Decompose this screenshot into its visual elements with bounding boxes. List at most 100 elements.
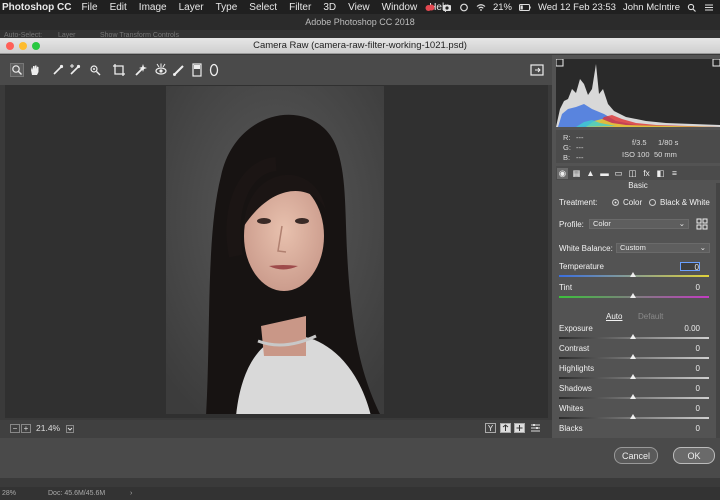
tab-lens-icon[interactable]: ◫ bbox=[627, 168, 638, 179]
exposure-slider[interactable] bbox=[559, 334, 709, 339]
user-name[interactable]: John McIntire bbox=[623, 2, 680, 13]
tab-detail-icon[interactable]: ▲ bbox=[585, 168, 596, 179]
menu-edit[interactable]: Edit bbox=[110, 2, 127, 13]
before-after-toggle-icon[interactable]: Y bbox=[485, 423, 496, 433]
profile-browser-icon[interactable] bbox=[696, 218, 708, 230]
shadows-value[interactable]: 0 bbox=[680, 384, 700, 393]
red-eye-tool-icon[interactable] bbox=[154, 63, 168, 77]
contrast-slider[interactable] bbox=[559, 354, 709, 359]
temperature-thumb[interactable] bbox=[630, 272, 636, 277]
b-value: --- bbox=[576, 153, 584, 162]
highlights-slider[interactable] bbox=[559, 374, 709, 379]
document-size[interactable]: Doc: 45.6M/45.6M bbox=[48, 490, 105, 497]
menu-window[interactable]: Window bbox=[382, 2, 418, 13]
hand-tool-icon[interactable] bbox=[28, 63, 42, 77]
whites-slider[interactable] bbox=[559, 414, 709, 419]
search-icon[interactable] bbox=[687, 3, 697, 12]
menu-select[interactable]: Select bbox=[249, 2, 277, 13]
tab-basic-icon[interactable]: ◉ bbox=[557, 167, 568, 179]
tint-value[interactable]: 0 bbox=[680, 283, 700, 292]
wifi-icon[interactable] bbox=[476, 3, 486, 12]
tab-split-toning-icon[interactable]: ▭ bbox=[613, 168, 624, 179]
chevron-right-icon[interactable]: › bbox=[130, 490, 132, 497]
document-zoom[interactable]: 28% bbox=[2, 490, 16, 497]
close-window-button[interactable] bbox=[6, 42, 14, 50]
tab-hsl-icon[interactable]: ▬ bbox=[599, 168, 610, 179]
tab-tone-curve-icon[interactable]: ▦ bbox=[571, 168, 582, 179]
blacks-value[interactable]: 0 bbox=[680, 424, 700, 433]
toggle-fullscreen-icon[interactable] bbox=[530, 63, 544, 77]
tint-slider[interactable] bbox=[559, 293, 709, 298]
zoom-dropdown-icon[interactable] bbox=[66, 425, 74, 433]
g-value: --- bbox=[576, 143, 584, 152]
spot-removal-tool-icon[interactable] bbox=[134, 63, 148, 77]
whites-thumb[interactable] bbox=[630, 414, 636, 419]
color-sampler-tool-icon[interactable] bbox=[68, 63, 82, 77]
adjustment-brush-icon[interactable] bbox=[172, 63, 186, 77]
ok-button[interactable]: OK bbox=[673, 447, 715, 464]
cancel-button[interactable]: Cancel bbox=[614, 447, 658, 464]
tint-thumb[interactable] bbox=[630, 293, 636, 298]
portrait-photo bbox=[166, 86, 384, 414]
treatment-label: Treatment: bbox=[559, 198, 598, 207]
copy-settings-icon[interactable] bbox=[514, 423, 525, 433]
swap-settings-icon[interactable] bbox=[500, 423, 511, 433]
profile-select[interactable]: Color ⌄ bbox=[589, 219, 689, 229]
white-balance-select[interactable]: Custom ⌄ bbox=[616, 243, 710, 253]
shadows-thumb[interactable] bbox=[630, 394, 636, 399]
zoom-level[interactable]: 21.4% bbox=[36, 423, 60, 433]
contrast-label: Contrast bbox=[559, 344, 590, 353]
menu-bar: Photoshop CC File Edit Image Layer Type … bbox=[0, 0, 720, 14]
highlights-value[interactable]: 0 bbox=[680, 364, 700, 373]
default-button[interactable]: Default bbox=[638, 312, 663, 321]
exposure-thumb[interactable] bbox=[630, 334, 636, 339]
graduated-filter-icon[interactable] bbox=[190, 63, 204, 77]
zoom-window-button[interactable] bbox=[32, 42, 40, 50]
white-balance-tool-icon[interactable] bbox=[51, 63, 65, 77]
temperature-slider[interactable] bbox=[559, 272, 709, 277]
menu-3d[interactable]: 3D bbox=[323, 2, 336, 13]
window-controls bbox=[6, 42, 40, 50]
zoom-out-button[interactable]: − bbox=[10, 424, 20, 433]
tab-effects-icon[interactable]: fx bbox=[641, 168, 652, 179]
menu-view[interactable]: View bbox=[348, 2, 370, 13]
menu-image[interactable]: Image bbox=[139, 2, 167, 13]
radial-filter-icon[interactable] bbox=[207, 63, 221, 77]
tab-presets-icon[interactable]: ≡ bbox=[669, 168, 680, 179]
menu-file[interactable]: File bbox=[81, 2, 97, 13]
highlights-thumb[interactable] bbox=[630, 374, 636, 379]
dialog-footer bbox=[0, 438, 720, 478]
auto-button[interactable]: Auto bbox=[606, 312, 622, 321]
menu-app-name[interactable]: Photoshop CC bbox=[2, 2, 71, 13]
r-label: R: bbox=[563, 133, 571, 142]
camera-icon[interactable] bbox=[442, 3, 452, 12]
zoom-in-button[interactable]: + bbox=[21, 424, 31, 433]
sync-icon[interactable] bbox=[459, 3, 469, 12]
temperature-value[interactable]: 0 bbox=[680, 262, 700, 272]
zoom-tool-icon[interactable] bbox=[10, 63, 24, 77]
panel-tabs: ◉ ▦ ▲ ▬ ▭ ◫ fx ◧ ≡ bbox=[556, 166, 720, 180]
menu-layer[interactable]: Layer bbox=[179, 2, 204, 13]
whites-value[interactable]: 0 bbox=[680, 404, 700, 413]
menu-list-icon[interactable] bbox=[704, 3, 714, 12]
treatment-bw-radio[interactable] bbox=[649, 199, 656, 206]
chevron-down-icon: ⌄ bbox=[699, 243, 706, 252]
contrast-value[interactable]: 0 bbox=[680, 344, 700, 353]
treatment-color-radio[interactable] bbox=[612, 199, 619, 206]
preview-preferences-icon[interactable] bbox=[530, 423, 541, 433]
creative-cloud-icon[interactable] bbox=[425, 3, 435, 12]
profile-label: Profile: bbox=[559, 220, 584, 229]
panel-scrollbar[interactable] bbox=[716, 183, 720, 438]
tab-calibration-icon[interactable]: ◧ bbox=[655, 168, 666, 179]
targeted-adjustment-tool-icon[interactable] bbox=[88, 63, 102, 77]
shadows-slider[interactable] bbox=[559, 394, 709, 399]
crop-tool-icon[interactable] bbox=[112, 63, 126, 77]
menu-filter[interactable]: Filter bbox=[289, 2, 311, 13]
clock[interactable]: Wed 12 Feb 23:53 bbox=[538, 2, 616, 13]
menu-type[interactable]: Type bbox=[216, 2, 238, 13]
battery-icon[interactable] bbox=[518, 3, 531, 12]
exposure-value[interactable]: 0.00 bbox=[680, 324, 700, 333]
minimize-window-button[interactable] bbox=[19, 42, 27, 50]
iso: ISO 100 bbox=[622, 150, 650, 159]
contrast-thumb[interactable] bbox=[630, 354, 636, 359]
